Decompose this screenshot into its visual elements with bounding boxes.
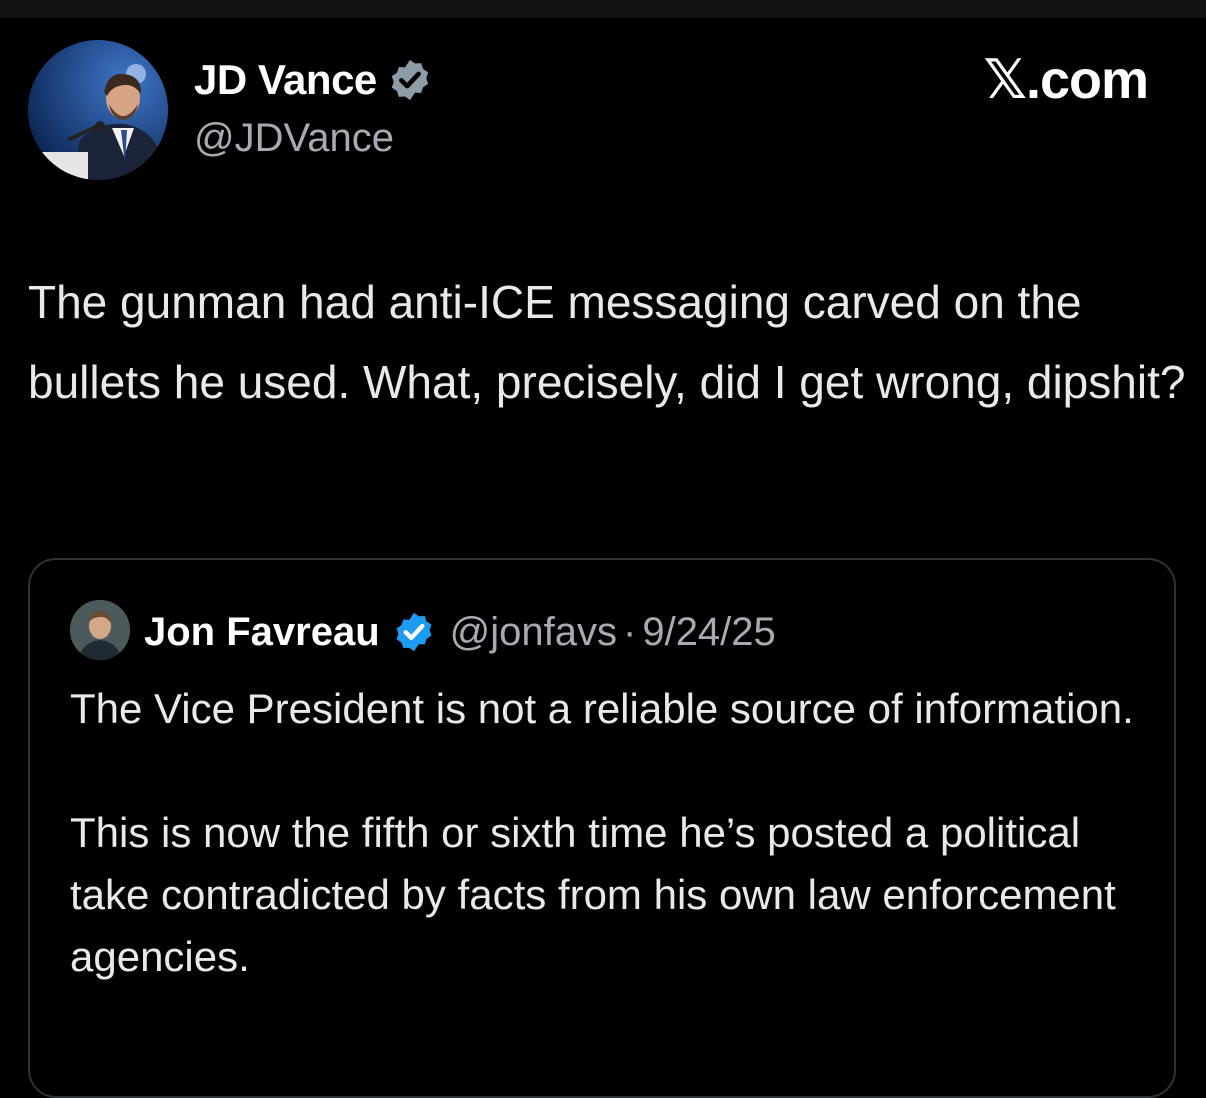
quoted-paragraph: This is now the fifth or sixth time he’s… <box>70 809 1116 980</box>
quoted-paragraph: The Vice President is not a reliable sou… <box>70 685 1134 732</box>
verified-badge-icon <box>396 612 432 652</box>
quoted-header: Jon Favreau @jonfavs · 9/24/25 <box>144 602 776 662</box>
quoted-handle[interactable]: @jonfavs <box>450 610 617 655</box>
quoted-display-name[interactable]: Jon Favreau <box>144 610 380 655</box>
author-display-name[interactable]: JD Vance <box>194 56 377 104</box>
author-handle[interactable]: @JDVance <box>194 116 394 161</box>
author-name-row: JD Vance <box>194 54 433 106</box>
status-bar <box>0 0 1206 18</box>
post-text: The gunman had anti-ICE messaging carved… <box>28 276 1186 408</box>
quoted-date[interactable]: 9/24/25 <box>642 610 775 655</box>
avatar[interactable] <box>28 40 168 180</box>
quoted-avatar[interactable] <box>70 600 130 660</box>
x-brand-logo: 𝕏.com <box>983 50 1149 110</box>
separator-dot: · <box>623 609 637 654</box>
quoted-post-text: The Vice President is not a reliable sou… <box>70 678 1140 1050</box>
quoted-post-card[interactable]: Jon Favreau @jonfavs · 9/24/25 The Vice … <box>28 558 1176 1098</box>
verified-badge-icon <box>391 59 429 101</box>
